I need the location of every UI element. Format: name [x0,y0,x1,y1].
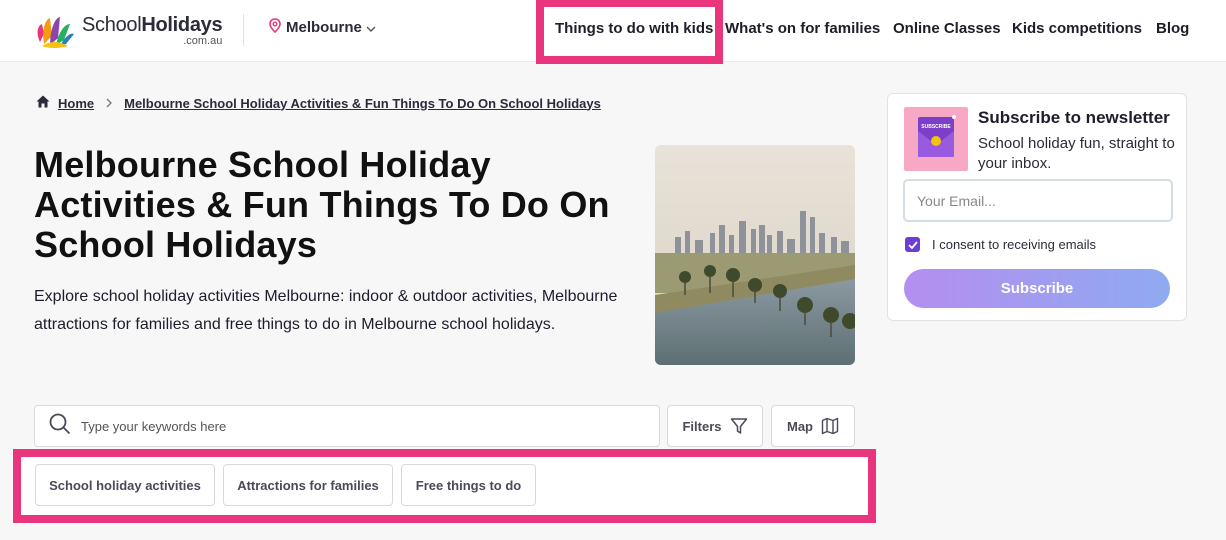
nav-highlight-box [536,0,723,64]
consent-checkbox[interactable] [905,237,920,252]
search-box[interactable] [34,405,660,447]
nav-kids-competitions[interactable]: Kids competitions [1012,20,1142,37]
map-pin-icon [269,18,281,37]
location-label: Melbourne [286,19,362,36]
consent-label: I consent to receiving emails [932,237,1097,252]
logo-domain: .com.au [183,35,223,47]
newsletter-title: Subscribe to newsletter [978,108,1170,127]
nav-highlight-top [536,0,723,7]
newsletter-envelope-image: SUBSCRIBE [904,107,968,171]
map-button[interactable]: Map [771,405,855,447]
page-title: Melbourne School Holiday Activities & Fu… [34,144,610,265]
home-icon [36,95,50,111]
breadcrumb: Home Melbourne School Holiday Activities… [36,95,601,111]
newsletter-badge-text: SUBSCRIBE [921,124,951,130]
map-label: Map [787,418,813,434]
melbourne-skyline-image [655,145,855,365]
newsletter-subtitle: School holiday fun, straight to your inb… [978,135,1175,172]
map-icon [821,417,839,435]
page-intro: Explore school holiday activities Melbou… [34,288,618,333]
newsletter-panel: SUBSCRIBE Subscribe to newsletter School… [887,93,1187,321]
header-divider [243,14,244,46]
filter-icon [730,418,747,434]
location-selector[interactable]: Melbourne [269,18,376,37]
site-logo[interactable]: SchoolHolidays .com.au [34,12,223,50]
breadcrumb-home[interactable]: Home [58,96,94,111]
nav-online-classes[interactable]: Online Classes [893,20,1001,37]
checkmark-icon [907,240,918,249]
chevron-right-icon [106,96,113,111]
nav-whats-on[interactable]: What's on for families [725,20,880,37]
chip-attractions-for-families[interactable]: Attractions for families [223,464,393,506]
filters-label: Filters [682,418,722,434]
chevron-down-icon [366,19,376,36]
subscribe-button[interactable]: Subscribe [904,269,1170,308]
email-field[interactable] [903,179,1173,222]
chip-school-holiday-activities[interactable]: School holiday activities [35,464,215,506]
consent-row: I consent to receiving emails [905,237,1096,252]
chip-free-things-to-do[interactable]: Free things to do [401,464,536,506]
hands-logo-icon [34,12,76,50]
search-input[interactable] [81,418,621,434]
search-icon [49,413,71,440]
filters-button[interactable]: Filters [667,405,763,447]
logo-wordmark: SchoolHolidays [82,14,223,36]
breadcrumb-current[interactable]: Melbourne School Holiday Activities & Fu… [124,96,601,111]
nav-blog[interactable]: Blog [1156,20,1189,37]
